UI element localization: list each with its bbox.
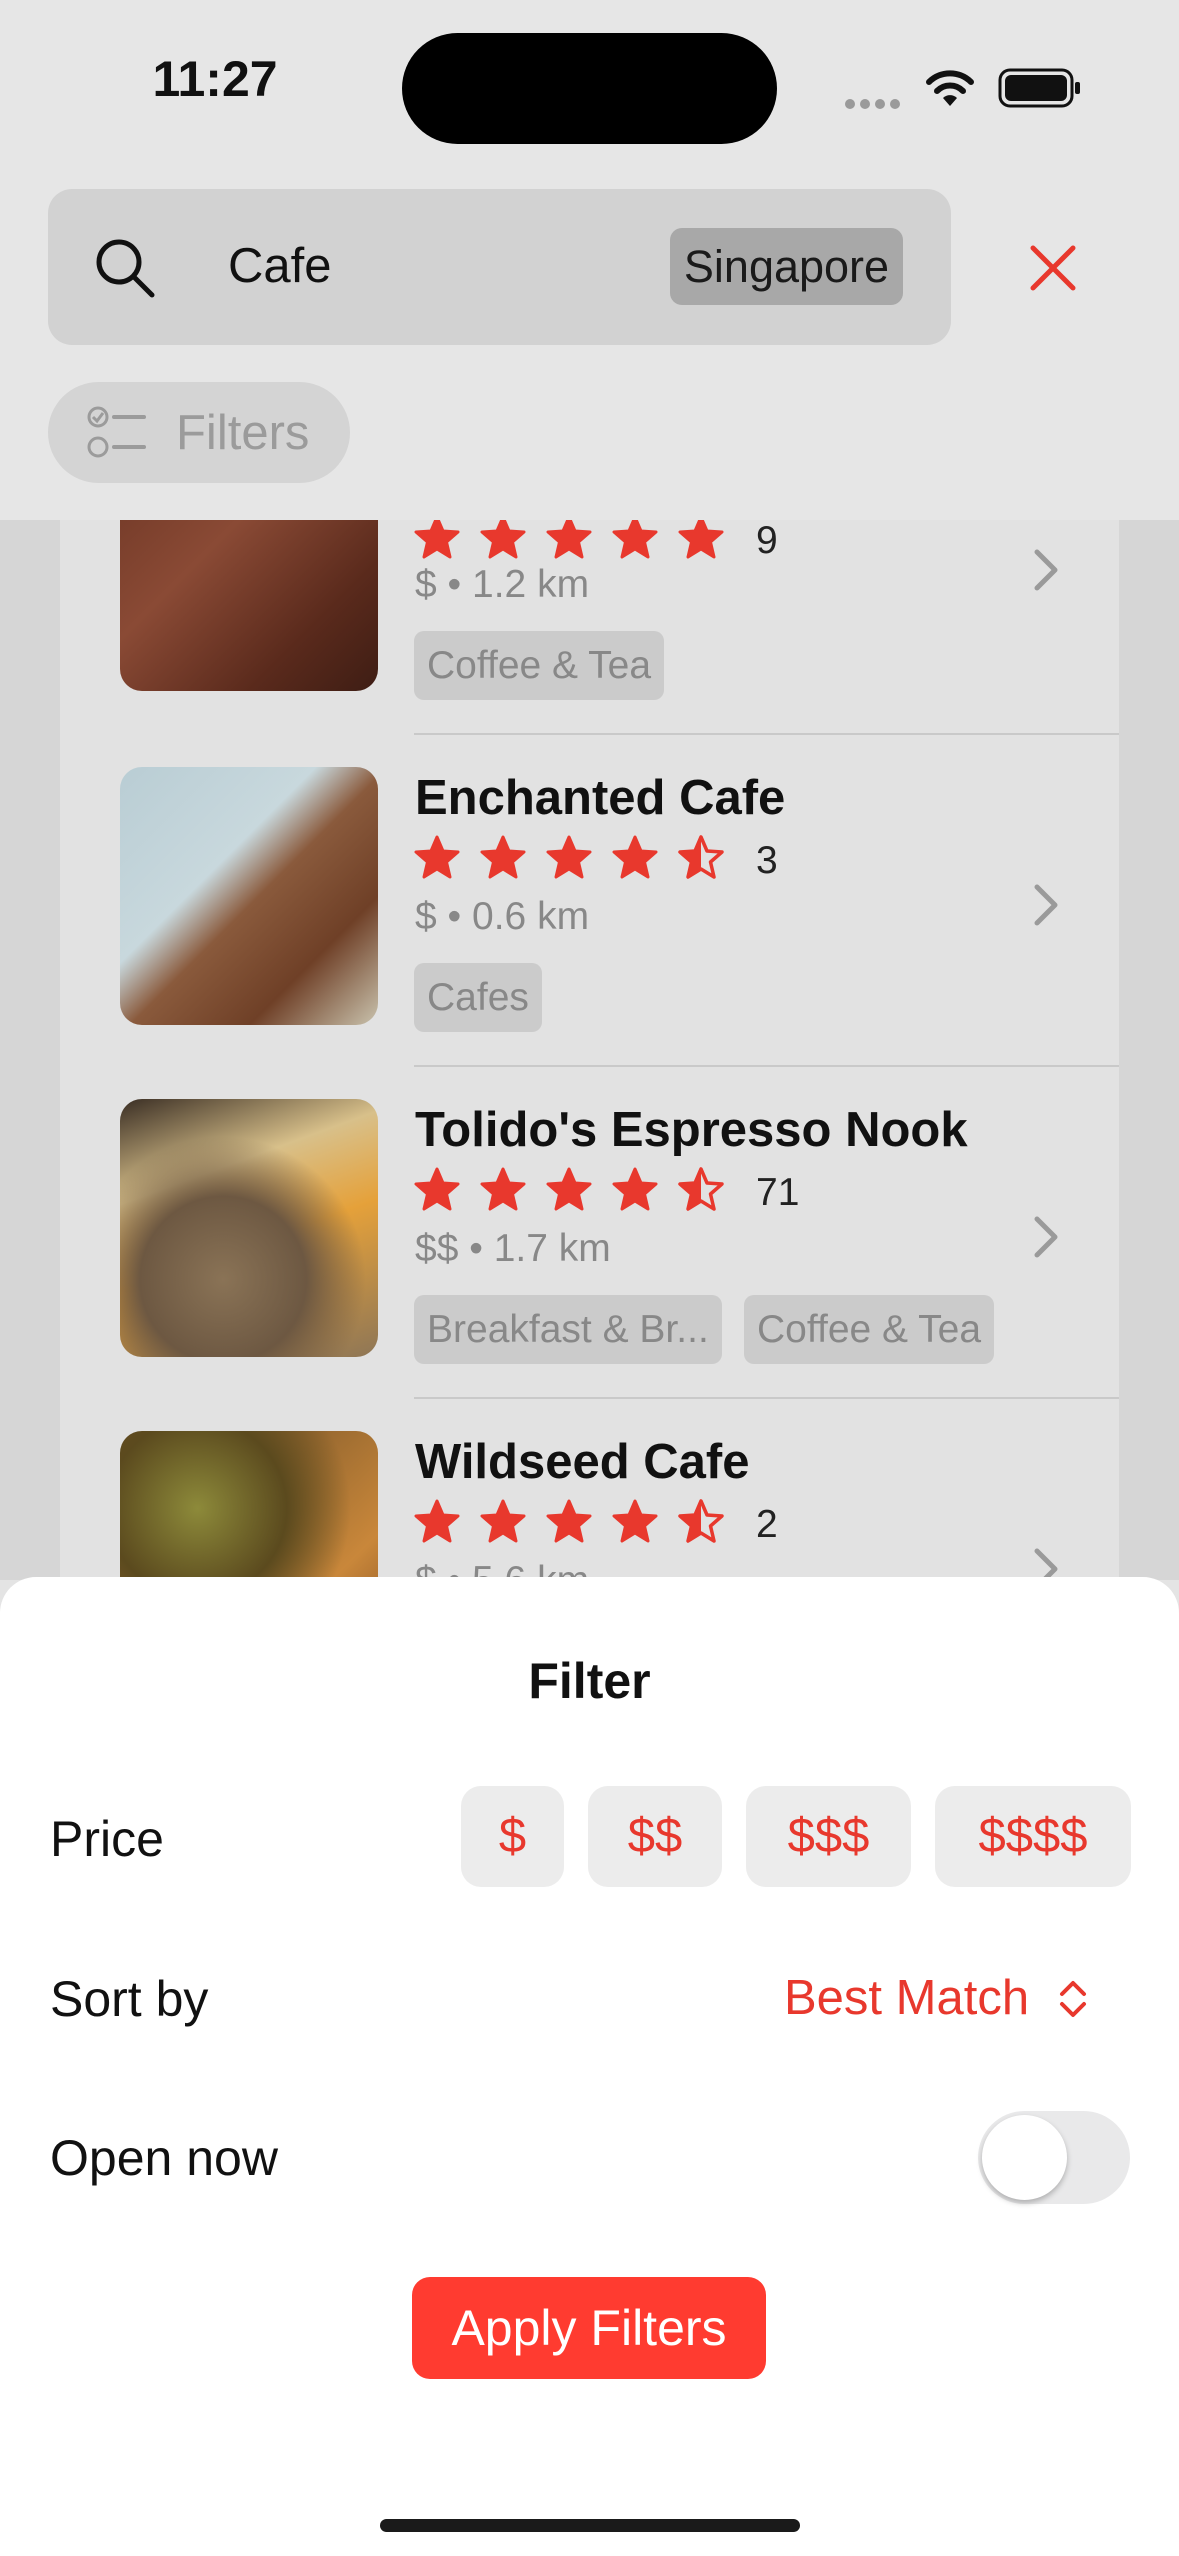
chevron-right-icon xyxy=(1034,1216,1058,1258)
battery-icon xyxy=(998,68,1080,108)
review-count: 9 xyxy=(756,520,778,562)
toggle-knob xyxy=(982,2115,1067,2200)
star-icon xyxy=(678,1167,724,1211)
review-count: 71 xyxy=(756,1171,800,1214)
star-icon xyxy=(678,520,724,559)
star-icon xyxy=(612,520,658,559)
price-option-4[interactable]: $$$$ xyxy=(935,1786,1131,1887)
price-option-1[interactable]: $ xyxy=(461,1786,564,1887)
star-icon xyxy=(480,835,526,879)
close-icon[interactable] xyxy=(1018,233,1088,303)
open-now-label: Open now xyxy=(50,2130,278,2186)
filters-list-icon xyxy=(87,406,146,458)
star-icon xyxy=(612,1167,658,1211)
list-item[interactable]: Tolido's Espresso Nook 71 $$ • 1.7 km Br… xyxy=(60,1067,1119,1397)
search-input[interactable]: Cafe xyxy=(228,238,332,294)
chevron-right-icon xyxy=(1034,1548,1058,1579)
home-indicator xyxy=(380,2519,800,2532)
list-item[interactable]: Enchanted Cafe 3 $ • 0.6 km Cafes xyxy=(60,735,1119,1065)
category-tag: Coffee & Tea xyxy=(744,1295,995,1364)
star-icon xyxy=(546,835,592,879)
thumbnail-image xyxy=(120,1431,378,1579)
wifi-icon xyxy=(926,70,974,106)
price-distance: $ • 5.6 km xyxy=(415,1559,589,1579)
price-option-3[interactable]: $$$ xyxy=(746,1786,911,1887)
sheet-title: Filter xyxy=(528,1653,651,1709)
dynamic-island xyxy=(402,33,777,144)
business-name: Enchanted Cafe xyxy=(415,771,786,825)
search-icon xyxy=(96,239,155,298)
star-icon xyxy=(678,1499,724,1543)
star-rating xyxy=(413,1160,753,1227)
star-icon xyxy=(480,520,526,559)
cellular-signal-icon xyxy=(845,96,905,114)
star-icon xyxy=(414,1167,460,1211)
star-icon xyxy=(678,835,724,879)
chevron-right-icon xyxy=(1034,549,1058,591)
list-item[interactable]: 9 $ • 1.2 km Coffee & Tea xyxy=(60,520,1119,733)
thumbnail-image xyxy=(120,520,378,691)
star-icon xyxy=(612,835,658,879)
list-item[interactable]: Wildseed Cafe 2 $ • 5.6 km xyxy=(60,1399,1119,1579)
star-icon xyxy=(414,1499,460,1543)
star-rating xyxy=(413,1492,753,1559)
thumbnail-image xyxy=(120,767,378,1025)
price-distance: $ • 0.6 km xyxy=(415,895,590,938)
star-icon xyxy=(546,1499,592,1543)
sort-label: Sort by xyxy=(50,1971,209,2027)
star-icon xyxy=(546,520,592,559)
price-distance: $$ • 1.7 km xyxy=(415,1227,611,1270)
price-label: Price xyxy=(50,1811,164,1867)
business-name: Wildseed Cafe xyxy=(415,1435,750,1489)
price-distance: $ • 1.2 km xyxy=(415,563,590,606)
category-tag: Coffee & Tea xyxy=(414,631,665,700)
filters-label: Filters xyxy=(176,406,310,460)
price-option-2[interactable]: $$ xyxy=(588,1786,722,1887)
review-count: 2 xyxy=(756,1503,778,1546)
star-icon xyxy=(414,835,460,879)
sort-picker[interactable]: Best Match xyxy=(784,1970,1029,2026)
filter-sheet xyxy=(0,1577,1179,2556)
chevron-up-down-icon xyxy=(1060,1981,1086,2017)
chevron-right-icon xyxy=(1034,884,1058,926)
location-chip[interactable]: Singapore xyxy=(670,228,903,305)
business-name: Tolido's Espresso Nook xyxy=(415,1103,968,1157)
review-count: 3 xyxy=(756,839,778,882)
category-tag: Breakfast & Br... xyxy=(414,1295,722,1364)
sort-value: Best Match xyxy=(784,1971,1030,2025)
star-rating xyxy=(413,828,753,895)
star-icon xyxy=(480,1499,526,1543)
star-icon xyxy=(480,1167,526,1211)
status-time: 11:27 xyxy=(152,51,278,107)
star-icon xyxy=(546,1167,592,1211)
thumbnail-image xyxy=(120,1099,378,1357)
star-icon xyxy=(612,1499,658,1543)
apply-filters-button[interactable]: Apply Filters xyxy=(412,2277,766,2379)
category-tag: Cafes xyxy=(414,963,542,1032)
star-icon xyxy=(414,520,460,559)
